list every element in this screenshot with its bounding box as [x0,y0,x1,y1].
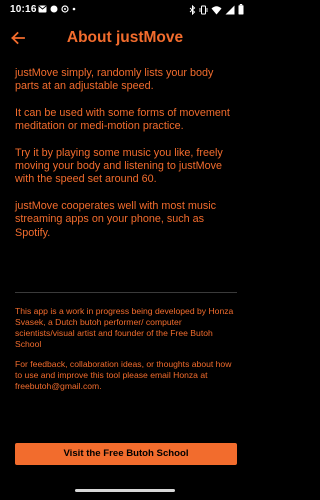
author-note: This app is a work in progress being dev… [15,306,234,349]
system-nav-bar [0,480,250,500]
status-time: 10:16 [10,4,37,15]
section-divider [15,292,237,293]
mail-icon [38,5,47,13]
feedback-note: For feedback, collaboration ideas, or th… [15,359,232,391]
about-paragraph-4: justMove cooperates well with most music… [15,199,217,239]
vibrate-icon [199,5,208,14]
signal-icon [225,5,235,14]
battery-icon [238,4,244,15]
sync-icon [61,5,69,13]
about-paragraph-1: justMove simply, randomly lists your bod… [15,67,214,93]
bluetooth-icon [189,4,196,15]
status-right-icons [189,4,244,15]
dot-icon [72,7,76,11]
about-paragraph-3: Try it by playing some music you like, f… [15,146,223,186]
visit-free-butoh-school-button[interactable]: Visit the Free Butoh School [15,443,237,465]
about-paragraph-2: It can be used with some forms of moveme… [15,106,230,133]
status-bar: 10:16 [0,0,250,20]
circle-icon [50,5,58,13]
wifi-icon [211,5,222,14]
about-section: justMove simply, randomly lists your bod… [15,67,237,253]
status-left-icons [38,5,76,13]
app-bar: About justMove [0,20,250,58]
gesture-handle[interactable] [75,489,175,492]
credits-section: This app is a work in progress being dev… [15,306,237,401]
page-title: About justMove [66,29,184,46]
